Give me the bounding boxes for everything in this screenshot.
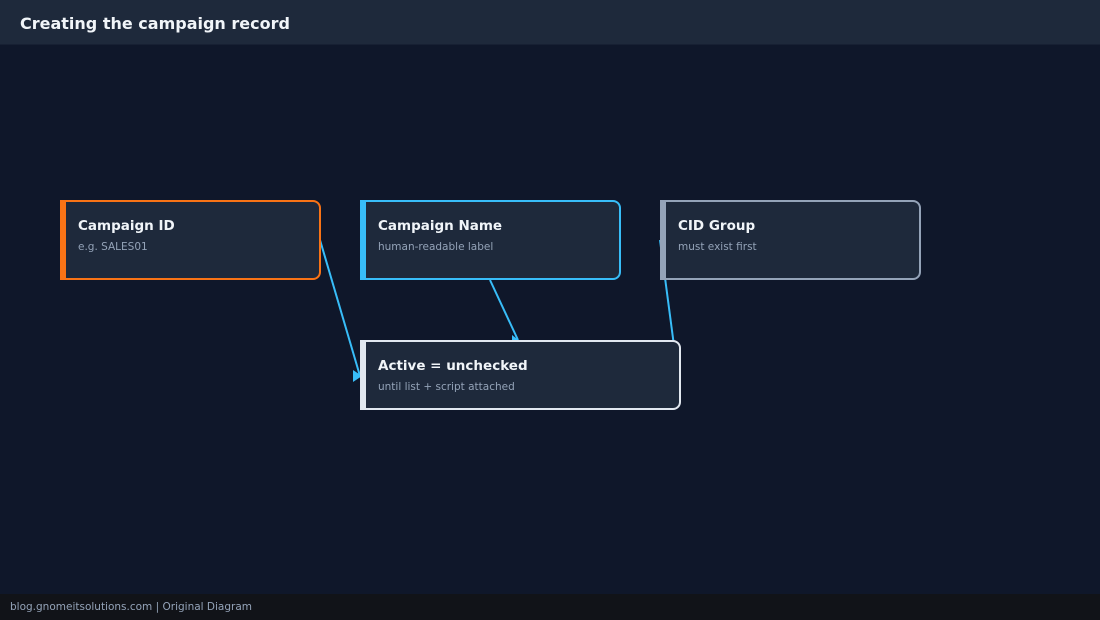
footer-credit: blog.gnomeitsolutions.com | Original Dia… <box>10 601 253 613</box>
node-title: CID Group <box>678 218 756 234</box>
node-subtitle: must exist first <box>678 241 757 253</box>
footer-bar: blog.gnomeitsolutions.com | Original Dia… <box>0 594 1100 620</box>
edges-layer <box>319 239 681 382</box>
header-bar: Creating the campaign record <box>0 0 1100 45</box>
node-title: Active = unchecked <box>378 358 528 374</box>
edge-campaign-id-to-active <box>319 239 361 377</box>
node-active[interactable]: Active = unchecked until list + script a… <box>360 340 681 410</box>
node-campaign-name[interactable]: Campaign Name human-readable label <box>360 200 621 280</box>
node-subtitle: human-readable label <box>378 241 494 253</box>
node-subtitle: until list + script attached <box>378 381 515 393</box>
node-title: Campaign Name <box>378 218 503 234</box>
node-subtitle: e.g. SALES01 <box>78 241 148 253</box>
node-cid-group[interactable]: CID Group must exist first <box>660 200 921 280</box>
page-title: Creating the campaign record <box>20 14 290 33</box>
node-title: Campaign ID <box>78 218 175 234</box>
edge-campaign-name-to-active <box>489 279 519 341</box>
diagram-canvas: Creating the campaign record Campaign ID… <box>0 0 1100 620</box>
node-campaign-id[interactable]: Campaign ID e.g. SALES01 <box>60 200 321 280</box>
